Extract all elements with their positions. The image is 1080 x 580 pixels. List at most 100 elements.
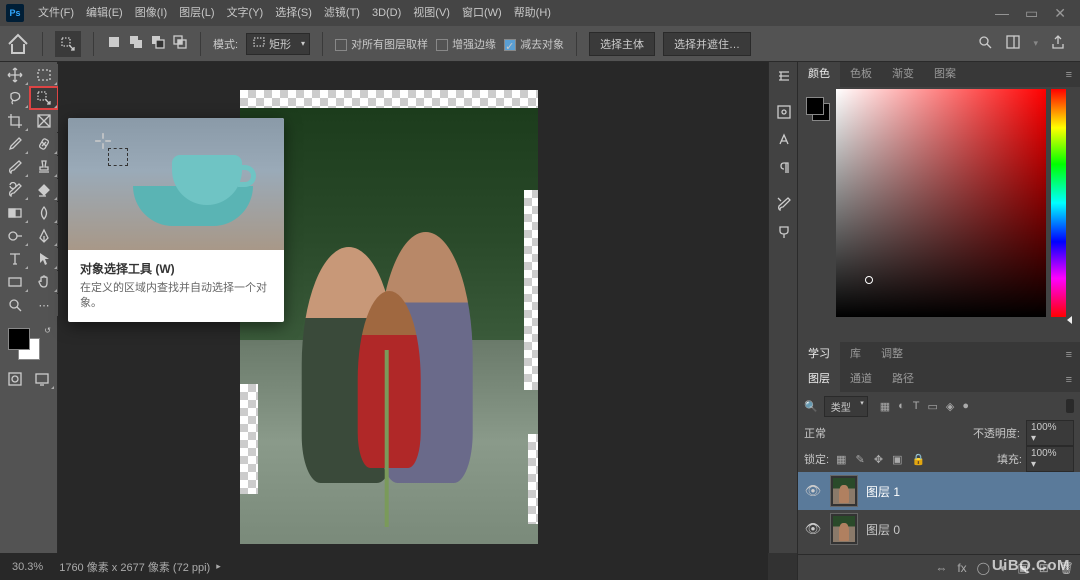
filter-shape-icon[interactable]: ▭ [928,400,938,413]
blur-tool[interactable] [30,202,58,224]
new-selection-icon[interactable] [106,34,122,53]
current-tool-icon[interactable] [55,31,81,57]
healing-tool[interactable] [30,133,58,155]
lock-artboard-icon[interactable]: ▣ [892,454,902,466]
filter-toggle[interactable] [1066,399,1074,413]
menu-type[interactable]: 文字(Y) [221,0,270,26]
status-menu-icon[interactable]: ▸ [216,561,221,572]
blend-mode-select[interactable]: 正常 [804,425,894,441]
layer-row[interactable]: 👁 图层 1 [798,472,1080,510]
zoom-tool[interactable] [1,294,29,316]
share-icon[interactable] [1050,34,1066,53]
move-tool[interactable] [1,64,29,86]
panel-menu-icon[interactable]: ≡ [1058,349,1080,361]
history-brush-tool[interactable] [1,179,29,201]
mode-select[interactable]: 矩形 [246,33,310,55]
gradients-tab[interactable]: 渐变 [882,62,924,87]
rectangle-tool[interactable] [1,271,29,293]
foreground-color-swatch[interactable] [8,328,30,350]
pen-tool[interactable] [30,225,58,247]
menu-select[interactable]: 选择(S) [269,0,318,26]
filter-type-icon[interactable]: T [913,400,920,413]
swatches-tab[interactable]: 色板 [840,62,882,87]
fill-input[interactable]: 100% ▾ [1026,446,1074,472]
screenmode-tool[interactable] [30,368,56,390]
edit-toolbar[interactable]: ⋯ [30,294,58,316]
panel-menu-icon[interactable]: ≡ [1058,374,1080,386]
channels-tab[interactable]: 通道 [840,367,882,392]
filter-adjust-icon[interactable]: ◐ [898,400,905,413]
lock-pixels-icon[interactable]: ✎ [856,454,865,466]
menu-layer[interactable]: 图层(L) [173,0,220,26]
window-minimize-icon[interactable]: — [995,5,1009,22]
link-layers-icon[interactable]: ⇔ [935,561,947,575]
search-icon[interactable] [977,34,993,53]
color-tab[interactable]: 颜色 [798,62,840,87]
layer-name[interactable]: 图层 1 [866,483,900,500]
paths-tab[interactable]: 路径 [882,367,924,392]
type-tool[interactable] [1,248,29,270]
filter-pixel-icon[interactable]: ▦ [880,400,890,413]
window-restore-icon[interactable]: ▭ [1025,5,1038,22]
hand-tool[interactable] [30,271,58,293]
color-picker[interactable] [798,87,1080,342]
adjustments-tab[interactable]: 调整 [871,342,913,367]
menu-file[interactable]: 文件(F) [32,0,80,26]
eraser-tool[interactable] [30,179,58,201]
lock-transparency-icon[interactable]: ▦ [836,454,846,466]
hue-slider[interactable] [1051,89,1066,317]
menu-window[interactable]: 窗口(W) [456,0,508,26]
color-field[interactable] [836,89,1046,317]
learn-tab[interactable]: 学习 [798,342,840,367]
menu-help[interactable]: 帮助(H) [508,0,557,26]
visibility-icon[interactable]: 👁 [804,483,822,499]
home-icon[interactable] [6,32,30,56]
frame-tool[interactable] [30,110,58,132]
select-subject-button[interactable]: 选择主体 [589,32,655,56]
layer-filter-kind[interactable]: 类型 [824,396,868,417]
path-select-tool[interactable] [30,248,58,270]
layer-fx-icon[interactable]: fx [957,561,966,575]
opacity-input[interactable]: 100% ▾ [1026,420,1074,446]
layers-tab[interactable]: 图层 [798,367,840,392]
layer-thumbnail[interactable] [830,475,858,507]
workspace-icon[interactable] [1005,34,1021,53]
subtract-selection-icon[interactable] [150,34,166,53]
lock-all-icon[interactable]: 🔒 [912,454,926,466]
sample-all-checkbox[interactable]: 对所有图层取样 [335,36,428,52]
brush-tool[interactable] [1,156,29,178]
crop-tool[interactable] [1,110,29,132]
eyedropper-tool[interactable] [1,133,29,155]
subtract-object-checkbox[interactable]: ✓减去对象 [504,36,564,52]
history-panel-icon[interactable] [769,62,798,90]
visibility-icon[interactable]: 👁 [804,521,822,537]
properties-panel-icon[interactable] [769,98,798,126]
menu-3d[interactable]: 3D(D) [366,0,407,26]
filter-other-icon[interactable]: ● [962,400,969,413]
layer-mask-icon[interactable]: ◯ [977,561,990,575]
dodge-tool[interactable] [1,225,29,247]
character-panel-icon[interactable] [769,126,798,154]
enhance-edge-checkbox[interactable]: 增强边缘 [436,36,496,52]
zoom-level[interactable]: 30.3% [12,561,43,573]
lock-position-icon[interactable]: ✥ [874,454,883,466]
menu-image[interactable]: 图像(I) [129,0,173,26]
brushes-panel-icon[interactable] [769,218,798,246]
window-close-icon[interactable]: ✕ [1054,5,1066,22]
lasso-tool[interactable] [1,87,29,109]
patterns-tab[interactable]: 图案 [924,62,966,87]
color-swatches[interactable]: ↺ [0,326,57,366]
add-selection-icon[interactable] [128,34,144,53]
document-canvas[interactable] [240,90,538,544]
menu-edit[interactable]: 编辑(E) [80,0,129,26]
panel-menu-icon[interactable]: ≡ [1058,69,1080,81]
menu-view[interactable]: 视图(V) [407,0,456,26]
filter-smart-icon[interactable]: ◈ [946,400,954,413]
layer-name[interactable]: 图层 0 [866,521,900,538]
rect-marquee-tool[interactable] [30,64,58,86]
brush-settings-icon[interactable] [769,190,798,218]
layer-row[interactable]: 👁 图层 0 [798,510,1080,548]
stamp-tool[interactable] [30,156,58,178]
layer-thumbnail[interactable] [830,513,858,545]
gradient-tool[interactable] [1,202,29,224]
